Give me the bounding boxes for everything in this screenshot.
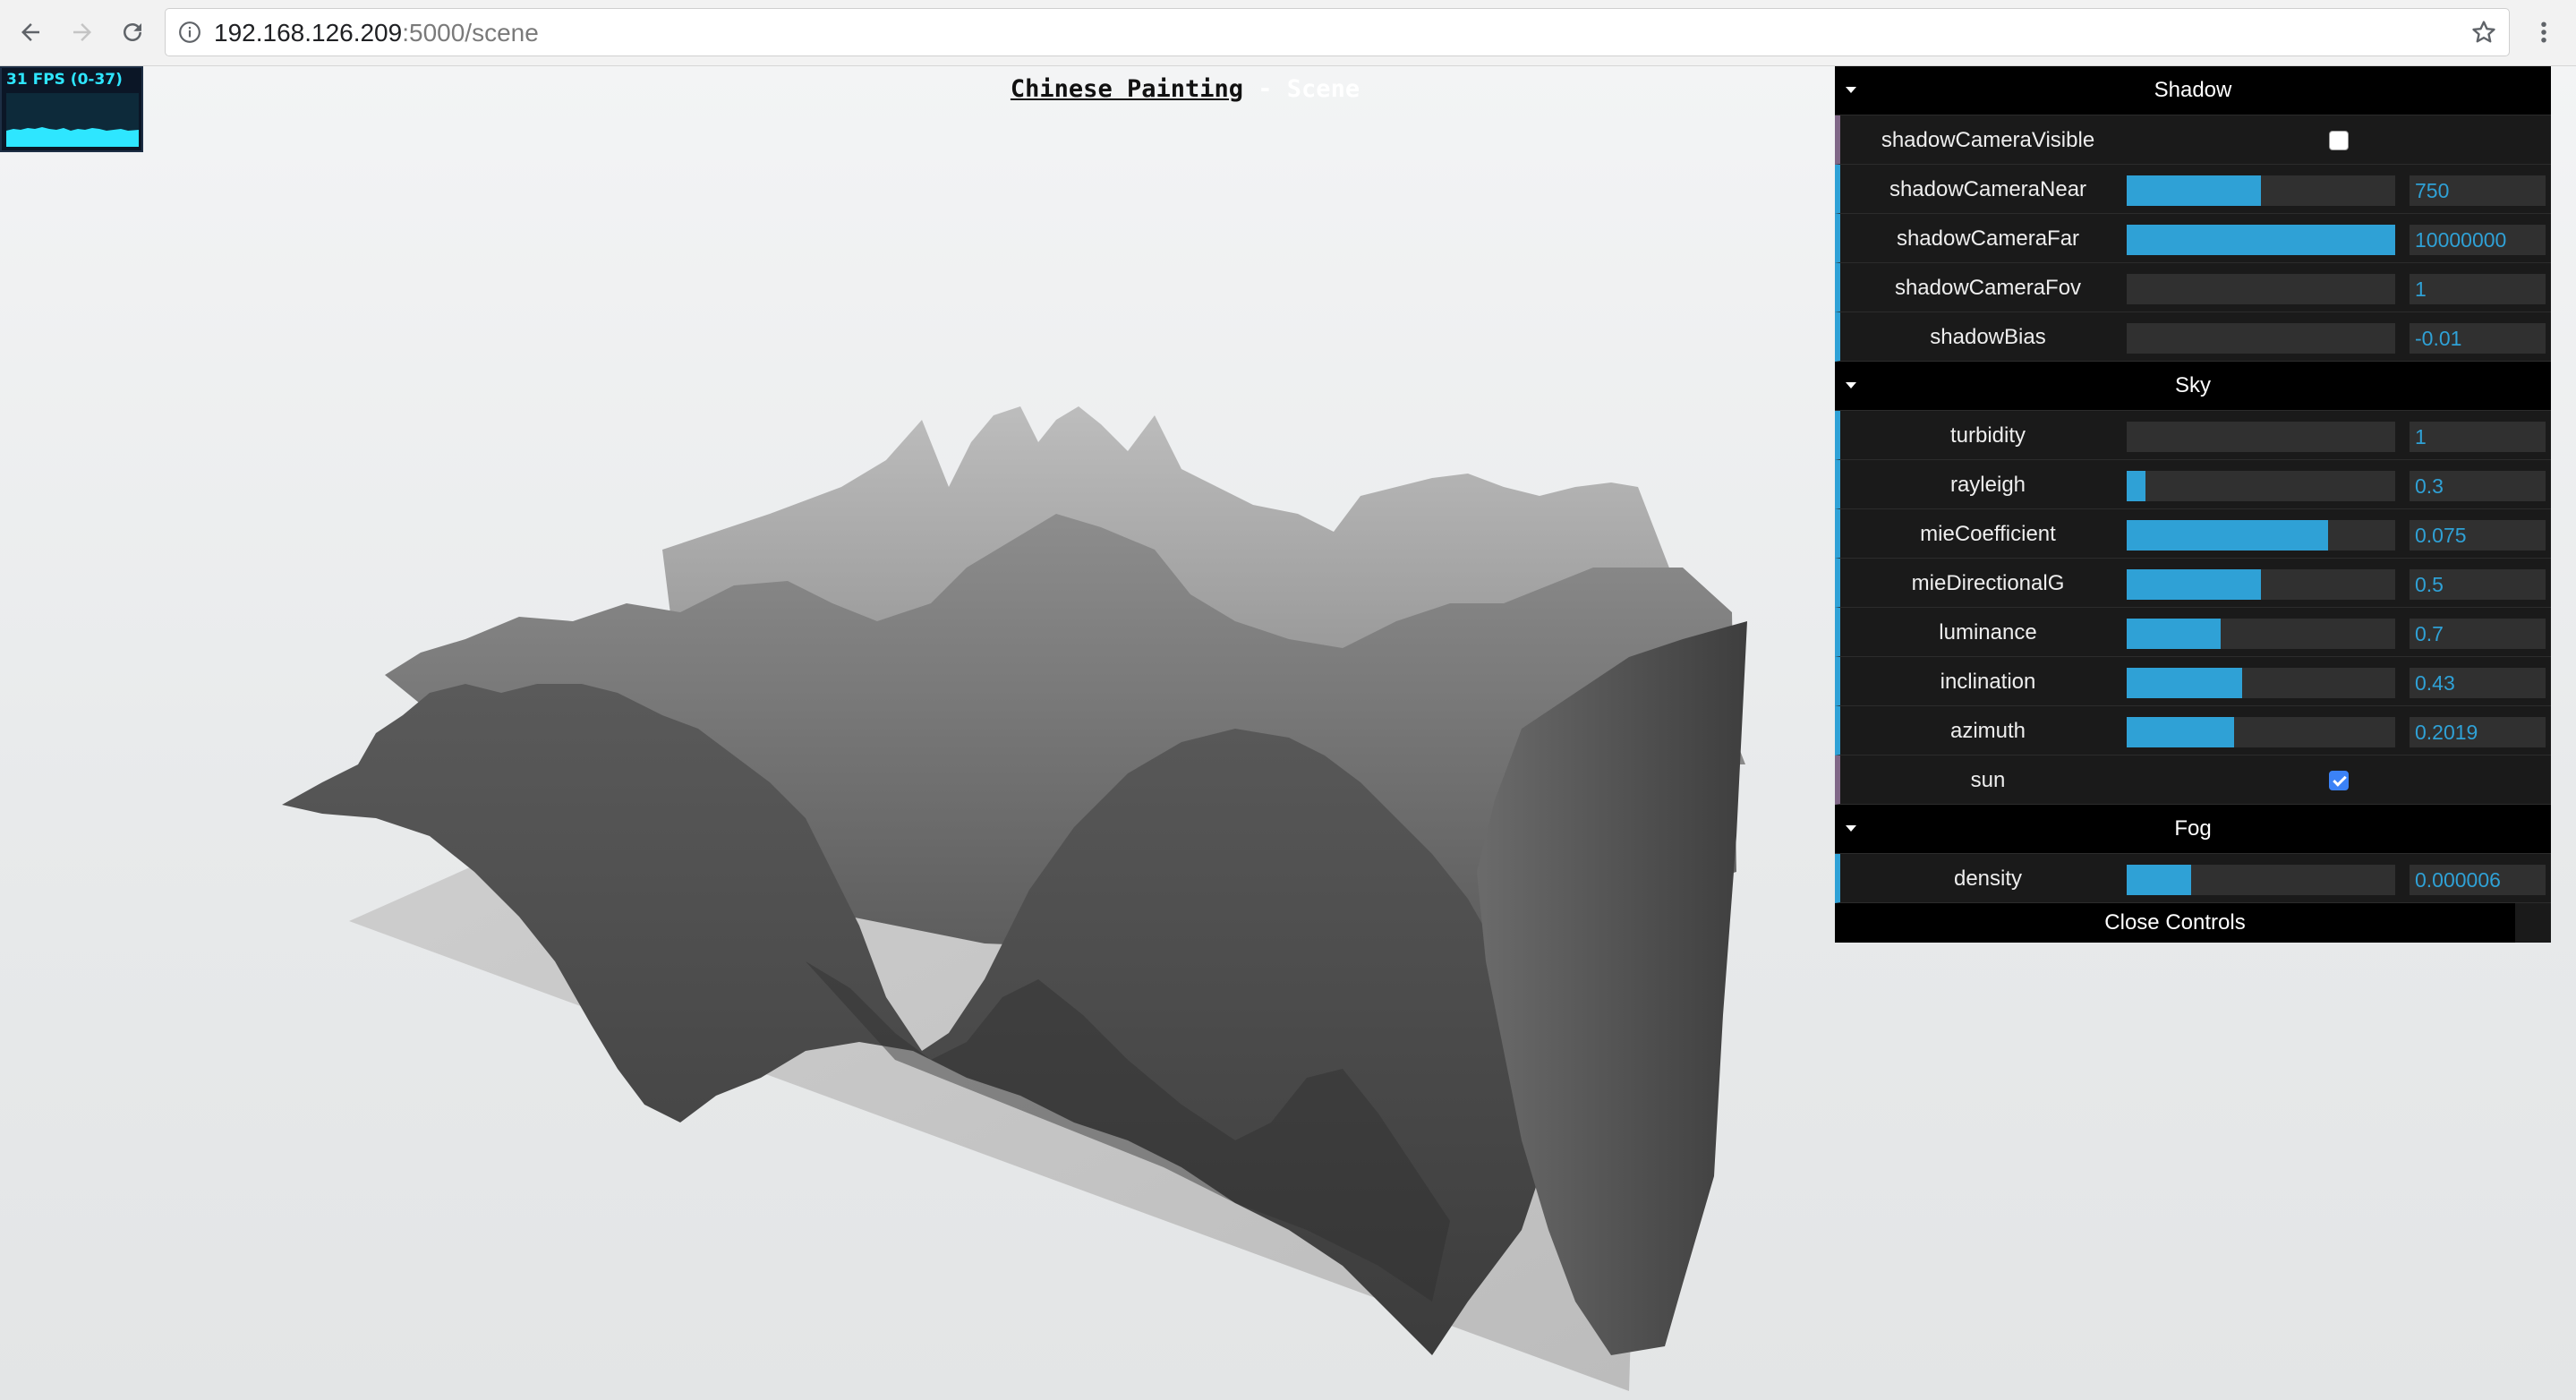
close-controls-button[interactable]: Close Controls bbox=[1835, 903, 2515, 943]
number-input[interactable]: 1 bbox=[2410, 274, 2546, 304]
caret-down-icon bbox=[1846, 87, 1856, 93]
control-label: density bbox=[1953, 866, 2023, 891]
folder-sky-title[interactable]: Sky bbox=[1835, 362, 2551, 411]
reload-button[interactable] bbox=[113, 13, 152, 52]
slider[interactable] bbox=[2127, 619, 2395, 649]
slider[interactable] bbox=[2127, 274, 2395, 304]
slider[interactable] bbox=[2127, 717, 2395, 747]
info-icon[interactable] bbox=[178, 21, 201, 44]
number-input[interactable]: 0.075 bbox=[2410, 520, 2546, 551]
url-text[interactable]: 192.168.126.209:5000/scene bbox=[214, 18, 539, 48]
control-shadowCameraNear: shadowCameraNear 750 bbox=[1835, 165, 2551, 214]
slider-fill bbox=[2127, 865, 2191, 895]
slider[interactable] bbox=[2127, 225, 2395, 255]
scene-title-sub[interactable]: Scene bbox=[1287, 75, 1360, 103]
slider[interactable] bbox=[2127, 668, 2395, 698]
slider-fill bbox=[2127, 520, 2328, 551]
control-shadowBias: shadowBias -0.01 bbox=[1835, 312, 2551, 362]
number-input[interactable]: 0.000006 bbox=[2410, 865, 2546, 895]
slider-fill bbox=[2127, 175, 2261, 206]
control-label: shadowCameraFar bbox=[1896, 226, 2080, 251]
arrow-right-icon bbox=[73, 23, 91, 41]
control-label: inclination bbox=[1940, 669, 2036, 694]
scene-viewport[interactable]: 31 FPS (0-37) Chinese Painting - Scene S… bbox=[0, 66, 2576, 1400]
number-input[interactable]: -0.01 bbox=[2410, 323, 2546, 354]
slider-fill bbox=[2127, 225, 2395, 255]
slider-fill bbox=[2127, 569, 2261, 600]
control-label: sun bbox=[1970, 767, 2006, 792]
back-button[interactable] bbox=[11, 13, 50, 52]
number-input[interactable]: 0.3 bbox=[2410, 471, 2546, 501]
url-path: :5000/scene bbox=[402, 19, 539, 47]
number-input[interactable]: 0.7 bbox=[2410, 619, 2546, 649]
number-input[interactable]: 10000000 bbox=[2410, 225, 2546, 255]
checkbox[interactable] bbox=[2329, 771, 2349, 790]
slider-fill bbox=[2127, 717, 2234, 747]
control-shadowCameraFar: shadowCameraFar 10000000 bbox=[1835, 214, 2551, 263]
folder-shadow-title[interactable]: Shadow bbox=[1835, 66, 2551, 115]
number-input[interactable]: 0.5 bbox=[2410, 569, 2546, 600]
control-label: azimuth bbox=[1949, 718, 2026, 743]
folder-fog-title[interactable]: Fog bbox=[1835, 805, 2551, 854]
slider[interactable] bbox=[2127, 865, 2395, 895]
slider[interactable] bbox=[2127, 422, 2395, 452]
arrow-left-icon bbox=[21, 23, 39, 41]
slider[interactable] bbox=[2127, 471, 2395, 501]
slider-fill bbox=[2127, 471, 2145, 501]
control-mieCoefficient: mieCoefficient 0.075 bbox=[1835, 509, 2551, 559]
more-vert-icon bbox=[2541, 21, 2546, 43]
scene-title-main[interactable]: Chinese Painting bbox=[1011, 75, 1243, 103]
number-input[interactable]: 1 bbox=[2410, 422, 2546, 452]
control-label: shadowCameraNear bbox=[1889, 176, 2087, 201]
control-shadowCameraVisible: shadowCameraVisible bbox=[1835, 115, 2551, 165]
controls-panel: Shadow shadowCameraVisible shadowCameraN… bbox=[1835, 66, 2551, 943]
slider[interactable] bbox=[2127, 520, 2395, 551]
folder-sky-label: Sky bbox=[2174, 373, 2211, 397]
number-input[interactable]: 0.43 bbox=[2410, 668, 2546, 698]
folder-shadow-label: Shadow bbox=[2154, 78, 2232, 102]
control-label: shadowCameraFov bbox=[1894, 275, 2082, 300]
slider-fill bbox=[2127, 619, 2221, 649]
control-density: density 0.000006 bbox=[1835, 854, 2551, 903]
slider[interactable] bbox=[2127, 569, 2395, 600]
control-inclination: inclination 0.43 bbox=[1835, 657, 2551, 706]
reload-icon bbox=[124, 22, 141, 41]
number-input[interactable]: 0.2019 bbox=[2410, 717, 2546, 747]
control-rayleigh: rayleigh 0.3 bbox=[1835, 460, 2551, 509]
star-icon[interactable] bbox=[2469, 18, 2498, 47]
slider-fill bbox=[2127, 668, 2242, 698]
control-azimuth: azimuth 0.2019 bbox=[1835, 706, 2551, 755]
url-host: 192.168.126.209 bbox=[214, 19, 403, 47]
caret-down-icon bbox=[1846, 825, 1856, 832]
control-label: mieCoefficient bbox=[1920, 521, 2056, 546]
address-bar[interactable]: 192.168.126.209:5000/scene bbox=[165, 8, 2510, 56]
control-label: rayleigh bbox=[1949, 472, 2026, 497]
control-sun: sun bbox=[1835, 755, 2551, 805]
slider[interactable] bbox=[2127, 323, 2395, 354]
control-mieDirectionalG: mieDirectionalG 0.5 bbox=[1835, 559, 2551, 608]
control-label: shadowCameraVisible bbox=[1881, 127, 2095, 152]
control-label: luminance bbox=[1939, 619, 2037, 645]
forward-button[interactable] bbox=[63, 13, 102, 52]
slider[interactable] bbox=[2127, 175, 2395, 206]
folder-fog-label: Fog bbox=[2174, 816, 2212, 841]
number-input[interactable]: 750 bbox=[2410, 175, 2546, 206]
control-shadowCameraFov: shadowCameraFov 1 bbox=[1835, 263, 2551, 312]
control-label: turbidity bbox=[1949, 423, 2026, 448]
control-luminance: luminance 0.7 bbox=[1835, 608, 2551, 657]
control-label: shadowBias bbox=[1930, 324, 2046, 349]
control-label: mieDirectionalG bbox=[1911, 570, 2065, 595]
checkbox[interactable] bbox=[2329, 131, 2349, 150]
control-turbidity: turbidity 1 bbox=[1835, 411, 2551, 460]
browser-menu-button[interactable] bbox=[2524, 13, 2563, 52]
caret-down-icon bbox=[1846, 382, 1856, 388]
browser-toolbar: 192.168.126.209:5000/scene bbox=[0, 0, 2576, 66]
scene-title-separator: - bbox=[1258, 75, 1273, 103]
